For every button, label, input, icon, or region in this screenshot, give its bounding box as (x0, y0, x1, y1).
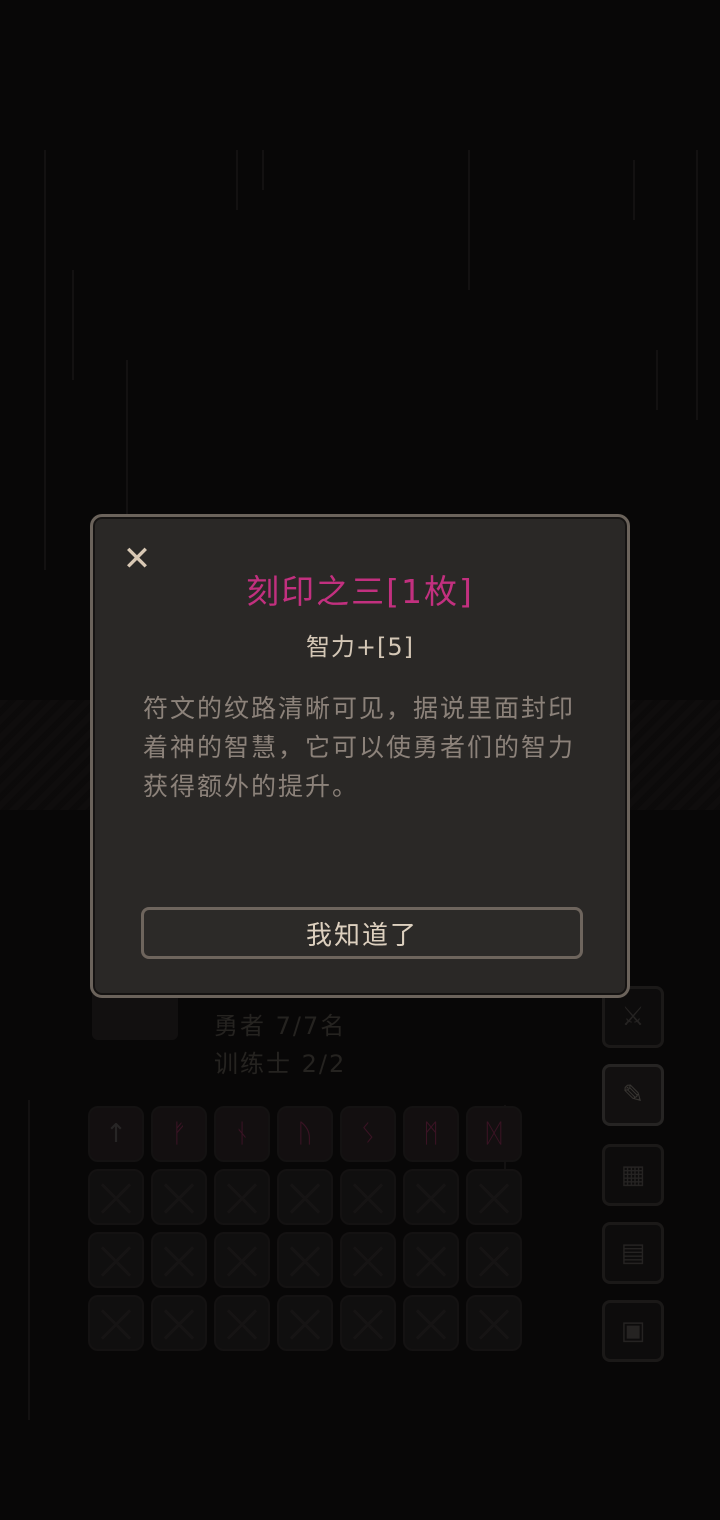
confirm-button[interactable]: 我知道了 (141, 907, 583, 959)
rune-info-dialog: ✕ 刻印之三[1枚] 智力+[5] 符文的纹路清晰可见，据说里面封印着神的智慧，… (90, 514, 630, 998)
dialog-description: 符文的纹路清晰可见，据说里面封印着神的智慧，它可以使勇者们的智力获得额外的提升。 (143, 694, 576, 801)
dialog-title: 刻印之三[1枚] (246, 572, 474, 611)
stat-bonus: 智力+[5] (305, 633, 415, 661)
